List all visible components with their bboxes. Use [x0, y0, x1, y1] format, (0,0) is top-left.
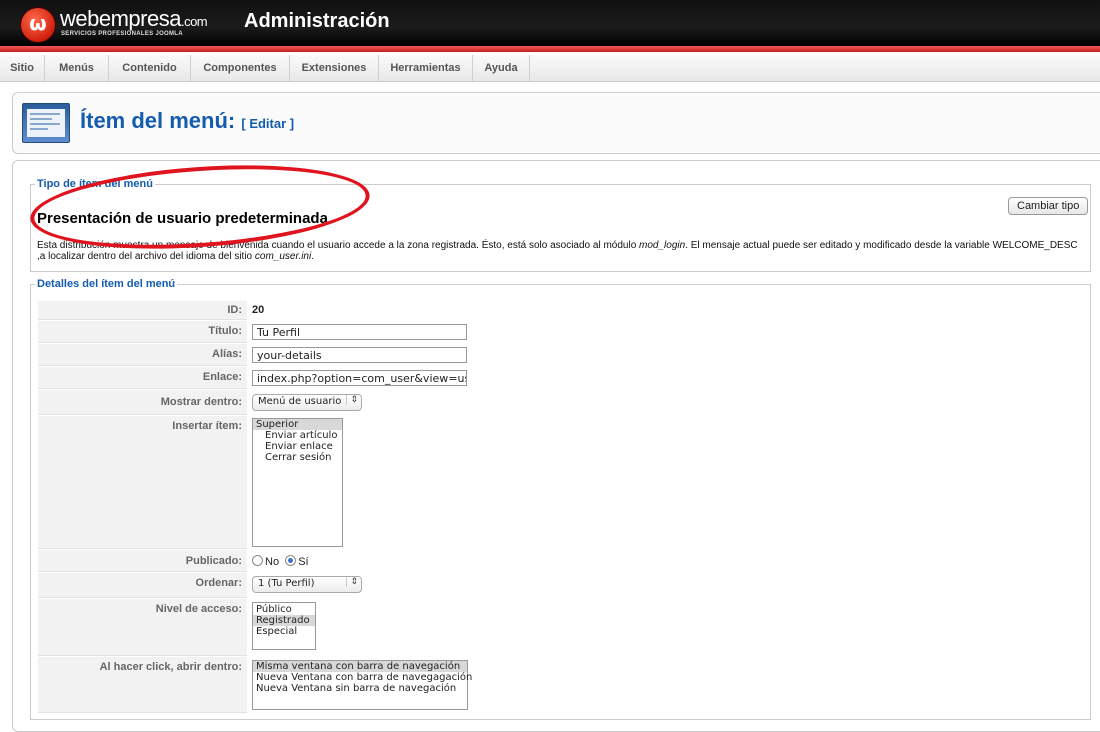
link-label: Enlace: — [38, 367, 247, 389]
list-item[interactable]: Enviar enlace — [253, 441, 342, 452]
menu-herramientas[interactable]: Herramientas — [379, 55, 473, 81]
admin-title: Administración — [244, 10, 390, 32]
list-item[interactable]: Superior — [253, 419, 342, 430]
click-target-label: Al hacer click, abrir dentro: — [38, 657, 247, 713]
menu-extensiones[interactable]: Extensiones — [290, 55, 379, 81]
published-yes-radio[interactable] — [285, 555, 297, 566]
published-label: Publicado: — [38, 550, 247, 572]
logo-name: webempresa — [60, 6, 181, 31]
list-item[interactable]: Nueva Ventana sin barra de navegación — [253, 683, 467, 694]
list-item[interactable]: Nueva Ventana con barra de navegagación — [253, 672, 472, 683]
published-yes-label: Sí — [298, 556, 309, 568]
list-item[interactable]: Registrado — [253, 615, 315, 626]
link-input[interactable]: index.php?option=com_user&view=user&task — [252, 370, 467, 386]
menu-menus[interactable]: Menús — [45, 55, 109, 81]
logo-text[interactable]: webempresa.com — [60, 6, 208, 32]
title-label: Título: — [38, 321, 247, 343]
menu-item-icon — [22, 103, 70, 143]
published-no-radio[interactable] — [252, 555, 263, 566]
header-red-stripe — [0, 46, 1100, 52]
insert-item-listbox[interactable]: Superior Enviar artículo Enviar enlace C… — [252, 418, 343, 547]
list-item[interactable]: Público — [253, 604, 315, 615]
order-select[interactable]: 1 (Tu Perfil) ⇕ — [252, 576, 362, 593]
desc-part-3: . — [311, 251, 314, 262]
published-no-label: No — [265, 556, 280, 568]
list-item[interactable]: Especial — [253, 626, 315, 637]
webempresa-logo-icon[interactable]: ω — [21, 8, 55, 42]
menu-componentes[interactable]: Componentes — [191, 55, 290, 81]
desc-module: mod_login — [639, 240, 686, 251]
menu-ayuda[interactable]: Ayuda — [473, 55, 530, 81]
select-arrows-icon: ⇕ — [346, 395, 358, 405]
click-target-listbox[interactable]: Misma ventana con barra de navegación Nu… — [252, 660, 472, 710]
change-type-button[interactable]: Cambiar tipo — [1008, 197, 1089, 215]
main-menu-bar: Sitio Menús Contenido Componentes Extens… — [0, 55, 1100, 82]
access-level-listbox[interactable]: Público Registrado Especial — [252, 602, 316, 650]
show-in-label: Mostrar dentro: — [38, 390, 247, 415]
logo-domain: .com — [180, 14, 208, 29]
access-level-label: Nivel de acceso: — [38, 599, 247, 656]
menu-sitio[interactable]: Sitio — [0, 55, 45, 81]
list-item[interactable]: Cerrar sesión — [253, 452, 342, 463]
page-title: Ítem del menú: [ Editar ] — [80, 108, 294, 134]
insert-item-label: Insertar ítem: — [38, 416, 247, 549]
published-radios: No Sí — [252, 555, 309, 568]
desc-part-1: Esta distribución muestra un mensaje de … — [37, 240, 640, 251]
list-item[interactable]: Enviar artículo — [253, 430, 342, 441]
show-in-select[interactable]: Menú de usuario ⇕ — [252, 394, 362, 411]
details-legend: Detalles del ítem del menú — [37, 278, 176, 290]
id-value: 20 — [252, 304, 265, 316]
order-label: Ordenar: — [38, 573, 247, 598]
page-subtitle: [ Editar ] — [241, 116, 295, 131]
title-input[interactable]: Tu Perfil — [252, 324, 467, 340]
menu-contenido[interactable]: Contenido — [109, 55, 191, 81]
id-label: ID: — [38, 301, 247, 320]
type-description: Esta distribución muestra un mensaje de … — [37, 240, 1087, 262]
show-in-value: Menú de usuario — [258, 396, 342, 407]
page-title-text: Ítem del menú: — [80, 108, 236, 133]
menu-item-type-name: Presentación de usuario predeterminada — [37, 210, 328, 227]
desc-file: com_user.ini — [254, 251, 312, 262]
logo-tagline: SERVICIOS PROFESIONALES JOOMLA — [61, 31, 183, 37]
order-value: 1 (Tu Perfil) — [258, 578, 315, 589]
type-legend: Tipo de ítem del menú — [37, 178, 153, 190]
select-arrows-icon: ⇕ — [346, 577, 358, 587]
alias-label: Alías: — [38, 344, 247, 366]
alias-input[interactable]: your-details — [252, 347, 467, 363]
list-item[interactable]: Misma ventana con barra de navegación — [253, 661, 467, 672]
